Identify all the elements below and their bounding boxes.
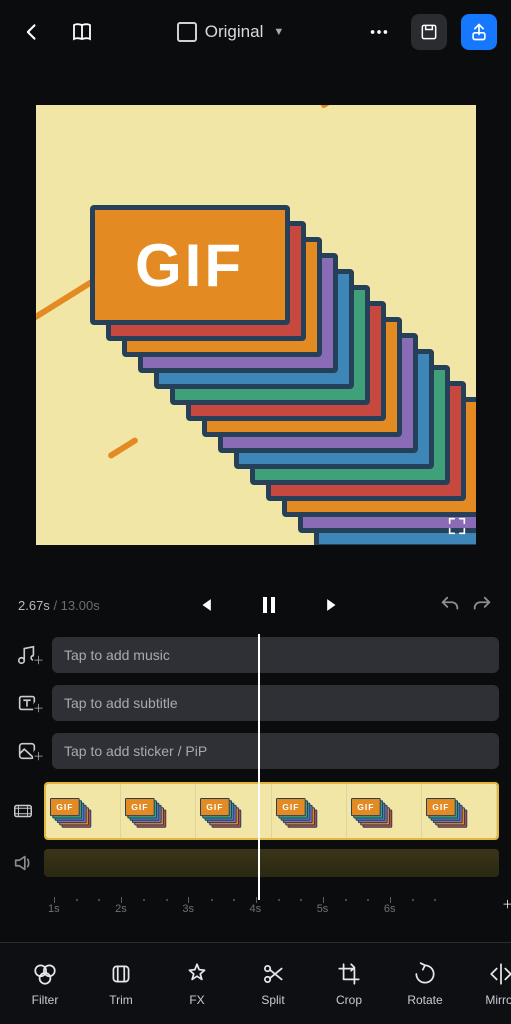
audio-waveform[interactable] bbox=[44, 849, 499, 877]
save-button[interactable] bbox=[411, 14, 447, 50]
rotate-tool[interactable]: Rotate bbox=[390, 961, 460, 1007]
tool-label: Rotate bbox=[407, 993, 442, 1007]
music-track-row: ＋ Tap to add music bbox=[0, 634, 511, 676]
tool-label: Split bbox=[261, 993, 284, 1007]
volume-icon bbox=[12, 852, 34, 874]
redo-icon bbox=[471, 594, 493, 616]
video-track-row: ＋ 0.00s GIFGIFGIFGIFGIFGIF bbox=[0, 780, 511, 842]
more-button[interactable] bbox=[361, 14, 397, 50]
subtitle-track[interactable]: Tap to add subtitle bbox=[52, 685, 499, 721]
music-track[interactable]: Tap to add music bbox=[52, 637, 499, 673]
gif-label: GIF bbox=[135, 231, 244, 300]
tool-label: FX bbox=[189, 993, 204, 1007]
time-ruler[interactable]: 1s2s3s4s5s6s bbox=[0, 880, 511, 906]
add-clip-button[interactable]: ＋ bbox=[12, 800, 34, 822]
audio-track-row bbox=[0, 846, 511, 880]
skip-previous-icon bbox=[195, 595, 215, 615]
clip-thumbnail: GIF bbox=[46, 784, 121, 838]
clip-thumbnail: GIF bbox=[347, 784, 422, 838]
mute-button[interactable] bbox=[12, 852, 34, 874]
mirror-icon bbox=[488, 961, 511, 987]
time-display: 2.67s / 13.00s bbox=[18, 598, 100, 613]
ellipsis-icon bbox=[368, 21, 390, 43]
top-bar: Original ▼ bbox=[0, 0, 511, 64]
crop-icon bbox=[336, 961, 362, 987]
save-icon bbox=[419, 22, 439, 42]
fx-icon bbox=[184, 961, 210, 987]
skip-next-icon bbox=[323, 595, 343, 615]
film-icon bbox=[12, 800, 34, 822]
sticker-placeholder: Tap to add sticker / PiP bbox=[64, 743, 207, 759]
duration: 13.00s bbox=[61, 598, 100, 613]
clip-thumbnail: GIF bbox=[196, 784, 271, 838]
add-music-button[interactable]: ＋ bbox=[12, 644, 42, 666]
music-placeholder: Tap to add music bbox=[64, 647, 170, 663]
library-button[interactable] bbox=[64, 14, 100, 50]
fx-tool[interactable]: FX bbox=[162, 961, 232, 1007]
back-button[interactable] bbox=[14, 14, 50, 50]
tool-label: Crop bbox=[336, 993, 362, 1007]
clip-thumbnail: GIF bbox=[272, 784, 347, 838]
pause-icon bbox=[257, 593, 281, 617]
gif-card-stack: GIF bbox=[90, 205, 476, 545]
trim-tool[interactable]: Trim bbox=[86, 961, 156, 1007]
undo-button[interactable] bbox=[439, 594, 461, 616]
playhead[interactable] bbox=[258, 634, 260, 900]
sticker-track[interactable]: Tap to add sticker / PiP bbox=[52, 733, 499, 769]
tool-label: Filter bbox=[32, 993, 59, 1007]
fullscreen-button[interactable] bbox=[446, 515, 468, 537]
clip-thumbnail: GIF bbox=[422, 784, 497, 838]
decor-line bbox=[319, 105, 382, 109]
subtitle-track-row: ＋ Tap to add subtitle bbox=[0, 682, 511, 724]
share-button[interactable] bbox=[461, 14, 497, 50]
prev-frame-button[interactable] bbox=[195, 595, 215, 615]
add-subtitle-button[interactable]: ＋ bbox=[12, 692, 42, 714]
mirror-tool[interactable]: Mirror bbox=[466, 961, 511, 1007]
tool-label: Trim bbox=[109, 993, 133, 1007]
caret-down-icon: ▼ bbox=[273, 26, 284, 38]
filter-tool[interactable]: Filter bbox=[10, 961, 80, 1007]
chevron-left-icon bbox=[22, 22, 42, 42]
square-icon bbox=[177, 22, 197, 42]
bottom-toolbar: Filter Trim FX Split Crop Rotate Mirror bbox=[0, 942, 511, 1024]
book-icon bbox=[70, 20, 94, 44]
video-clip[interactable]: 0.00s GIFGIFGIFGIFGIFGIF bbox=[44, 782, 499, 840]
trim-icon bbox=[108, 961, 134, 987]
next-frame-button[interactable] bbox=[323, 595, 343, 615]
split-icon bbox=[260, 961, 286, 987]
current-time: 2.67s bbox=[18, 598, 50, 613]
tool-label: Mirror bbox=[485, 993, 511, 1007]
timeline: ＋ Tap to add music ＋ Tap to add subtitle… bbox=[0, 634, 511, 910]
subtitle-placeholder: Tap to add subtitle bbox=[64, 695, 178, 711]
playback-bar: 2.67s / 13.00s bbox=[0, 582, 511, 628]
crop-tool[interactable]: Crop bbox=[314, 961, 384, 1007]
share-icon bbox=[469, 22, 489, 42]
expand-icon bbox=[446, 515, 468, 537]
pause-button[interactable] bbox=[257, 593, 281, 617]
aspect-label: Original bbox=[205, 22, 264, 42]
undo-icon bbox=[439, 594, 461, 616]
sticker-track-row: ＋ Tap to add sticker / PiP bbox=[0, 730, 511, 772]
add-sticker-button[interactable]: ＋ bbox=[12, 740, 42, 762]
rotate-icon bbox=[412, 961, 438, 987]
video-preview[interactable]: GIF bbox=[36, 105, 476, 545]
aspect-ratio-selector[interactable]: Original ▼ bbox=[177, 22, 284, 42]
clip-thumbnail: GIF bbox=[121, 784, 196, 838]
split-tool[interactable]: Split bbox=[238, 961, 308, 1007]
redo-button[interactable] bbox=[471, 594, 493, 616]
filter-icon bbox=[32, 961, 58, 987]
preview-area: GIF bbox=[0, 64, 511, 582]
